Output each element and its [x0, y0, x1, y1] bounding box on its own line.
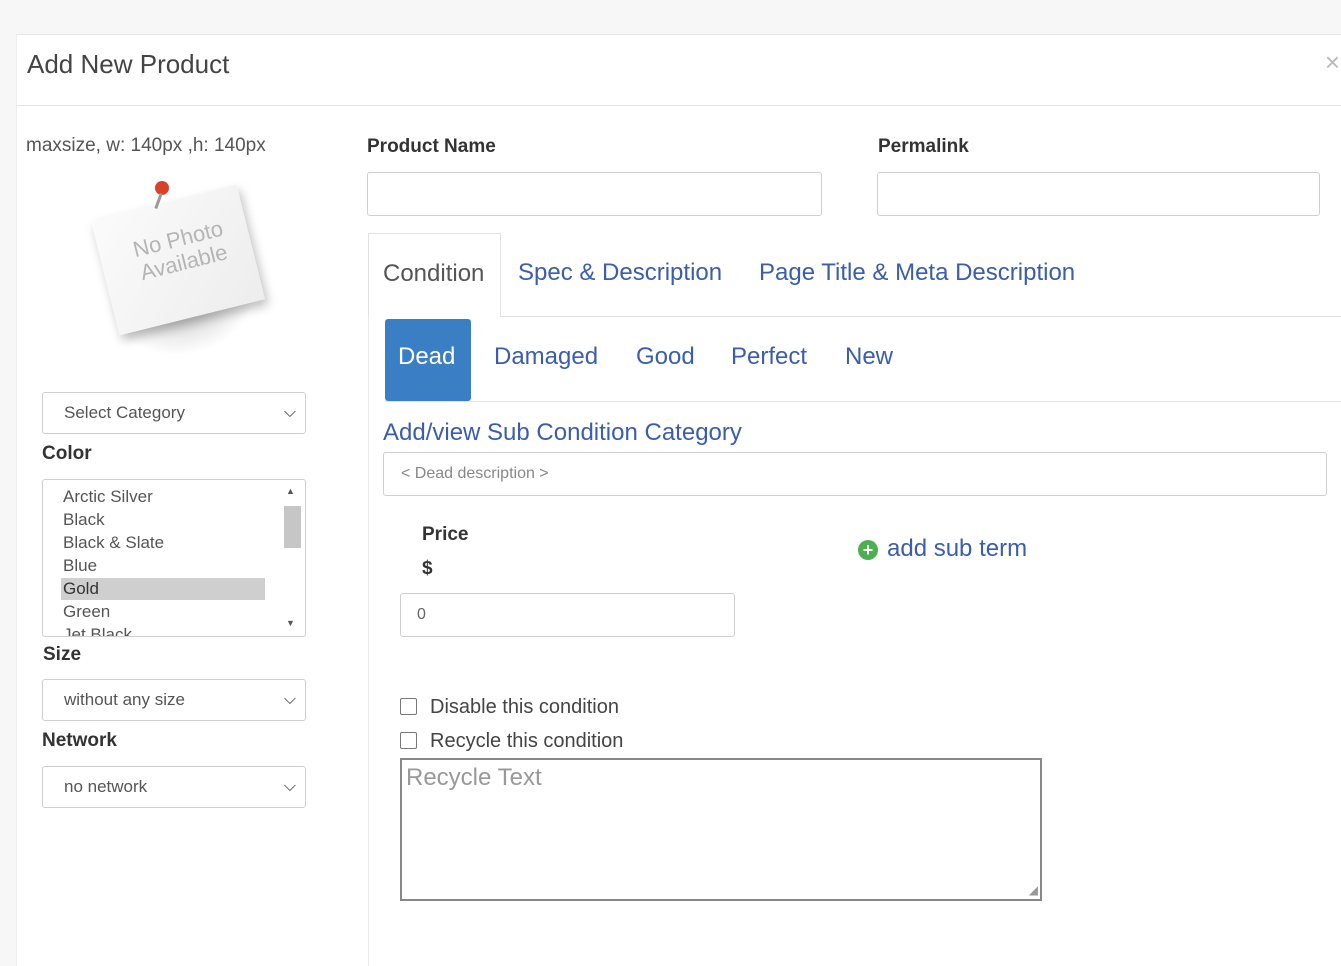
recycle-condition-label: Recycle this condition — [430, 730, 624, 752]
network-select-value: no network — [64, 777, 148, 796]
condition-tab-perfect[interactable]: Perfect — [731, 343, 807, 371]
resize-handle-icon[interactable]: ◢ — [1029, 883, 1038, 897]
permalink-label: Permalink — [878, 136, 969, 157]
product-name-label: Product Name — [367, 136, 496, 157]
close-icon[interactable]: × — [1325, 47, 1340, 78]
product-name-input[interactable] — [367, 172, 822, 216]
tab-spec-description[interactable]: Spec & Description — [518, 259, 722, 287]
condition-tab-good[interactable]: Good — [636, 343, 695, 371]
category-select[interactable]: Select Category ⌵ — [42, 392, 306, 434]
condition-tab-dead[interactable]: Dead — [385, 319, 471, 401]
chevron-down-icon: ⌵ — [283, 778, 296, 795]
sub-condition-category-link[interactable]: Add/view Sub Condition Category — [383, 419, 742, 447]
recycle-condition-checkbox[interactable] — [400, 732, 417, 749]
modal-header: Add New Product × — [17, 35, 1341, 106]
recycle-text-placeholder: Recycle Text — [406, 764, 542, 791]
color-option[interactable]: Black — [61, 509, 265, 531]
scroll-up-arrow-icon[interactable]: ▲ — [286, 486, 295, 496]
color-option[interactable]: Arctic Silver — [61, 486, 265, 508]
network-select[interactable]: no network ⌵ — [42, 766, 306, 808]
tab-page-title-meta[interactable]: Page Title & Meta Description — [759, 259, 1075, 287]
price-label: Price — [422, 524, 469, 545]
disable-condition-checkbox[interactable] — [400, 698, 417, 715]
size-select[interactable]: without any size ⌵ — [42, 679, 306, 721]
color-option[interactable]: Black & Slate — [61, 532, 265, 554]
condition-tab-new[interactable]: New — [845, 343, 893, 371]
currency-symbol: $ — [422, 558, 433, 579]
recycle-text-area[interactable]: Recycle Text ◢ — [400, 758, 1042, 901]
size-select-value: without any size — [64, 690, 185, 709]
category-select-value: Select Category — [64, 403, 185, 422]
color-listbox[interactable]: Arctic Silver Black Black & Slate Blue G… — [42, 479, 306, 637]
color-option[interactable]: Green — [61, 601, 265, 623]
color-option[interactable]: Jet Black — [61, 624, 265, 636]
listbox-scrollbar[interactable]: ▲ ▼ — [283, 486, 301, 632]
permalink-input[interactable] — [877, 172, 1320, 216]
price-input[interactable]: 0 — [400, 593, 735, 637]
size-label: Size — [43, 644, 82, 665]
add-sub-term-link[interactable]: add sub term — [887, 535, 1027, 563]
tabs-divider — [501, 316, 1341, 317]
scrollbar-thumb[interactable] — [284, 506, 301, 548]
condition-tabs-divider — [385, 401, 1341, 402]
product-photo-upload[interactable]: No Photo Available — [85, 175, 285, 375]
modal-title: Add New Product — [27, 49, 230, 79]
disable-condition-label: Disable this condition — [430, 696, 619, 718]
condition-tab-damaged[interactable]: Damaged — [494, 343, 598, 371]
add-circle-icon[interactable]: + — [858, 540, 878, 560]
color-option-selected[interactable]: Gold — [61, 578, 265, 600]
dead-description-input[interactable]: < Dead description > — [383, 452, 1327, 496]
color-option[interactable]: Blue — [61, 555, 265, 577]
scroll-down-arrow-icon[interactable]: ▼ — [286, 618, 295, 628]
tab-condition[interactable]: Condition — [368, 233, 501, 317]
photo-maxsize-hint: maxsize, w: 140px ,h: 140px — [26, 135, 266, 156]
color-label: Color — [42, 443, 92, 464]
network-label: Network — [42, 730, 117, 751]
chevron-down-icon: ⌵ — [283, 691, 296, 708]
add-product-modal: Add New Product × maxsize, w: 140px ,h: … — [16, 34, 1341, 966]
chevron-down-icon: ⌵ — [283, 404, 296, 421]
